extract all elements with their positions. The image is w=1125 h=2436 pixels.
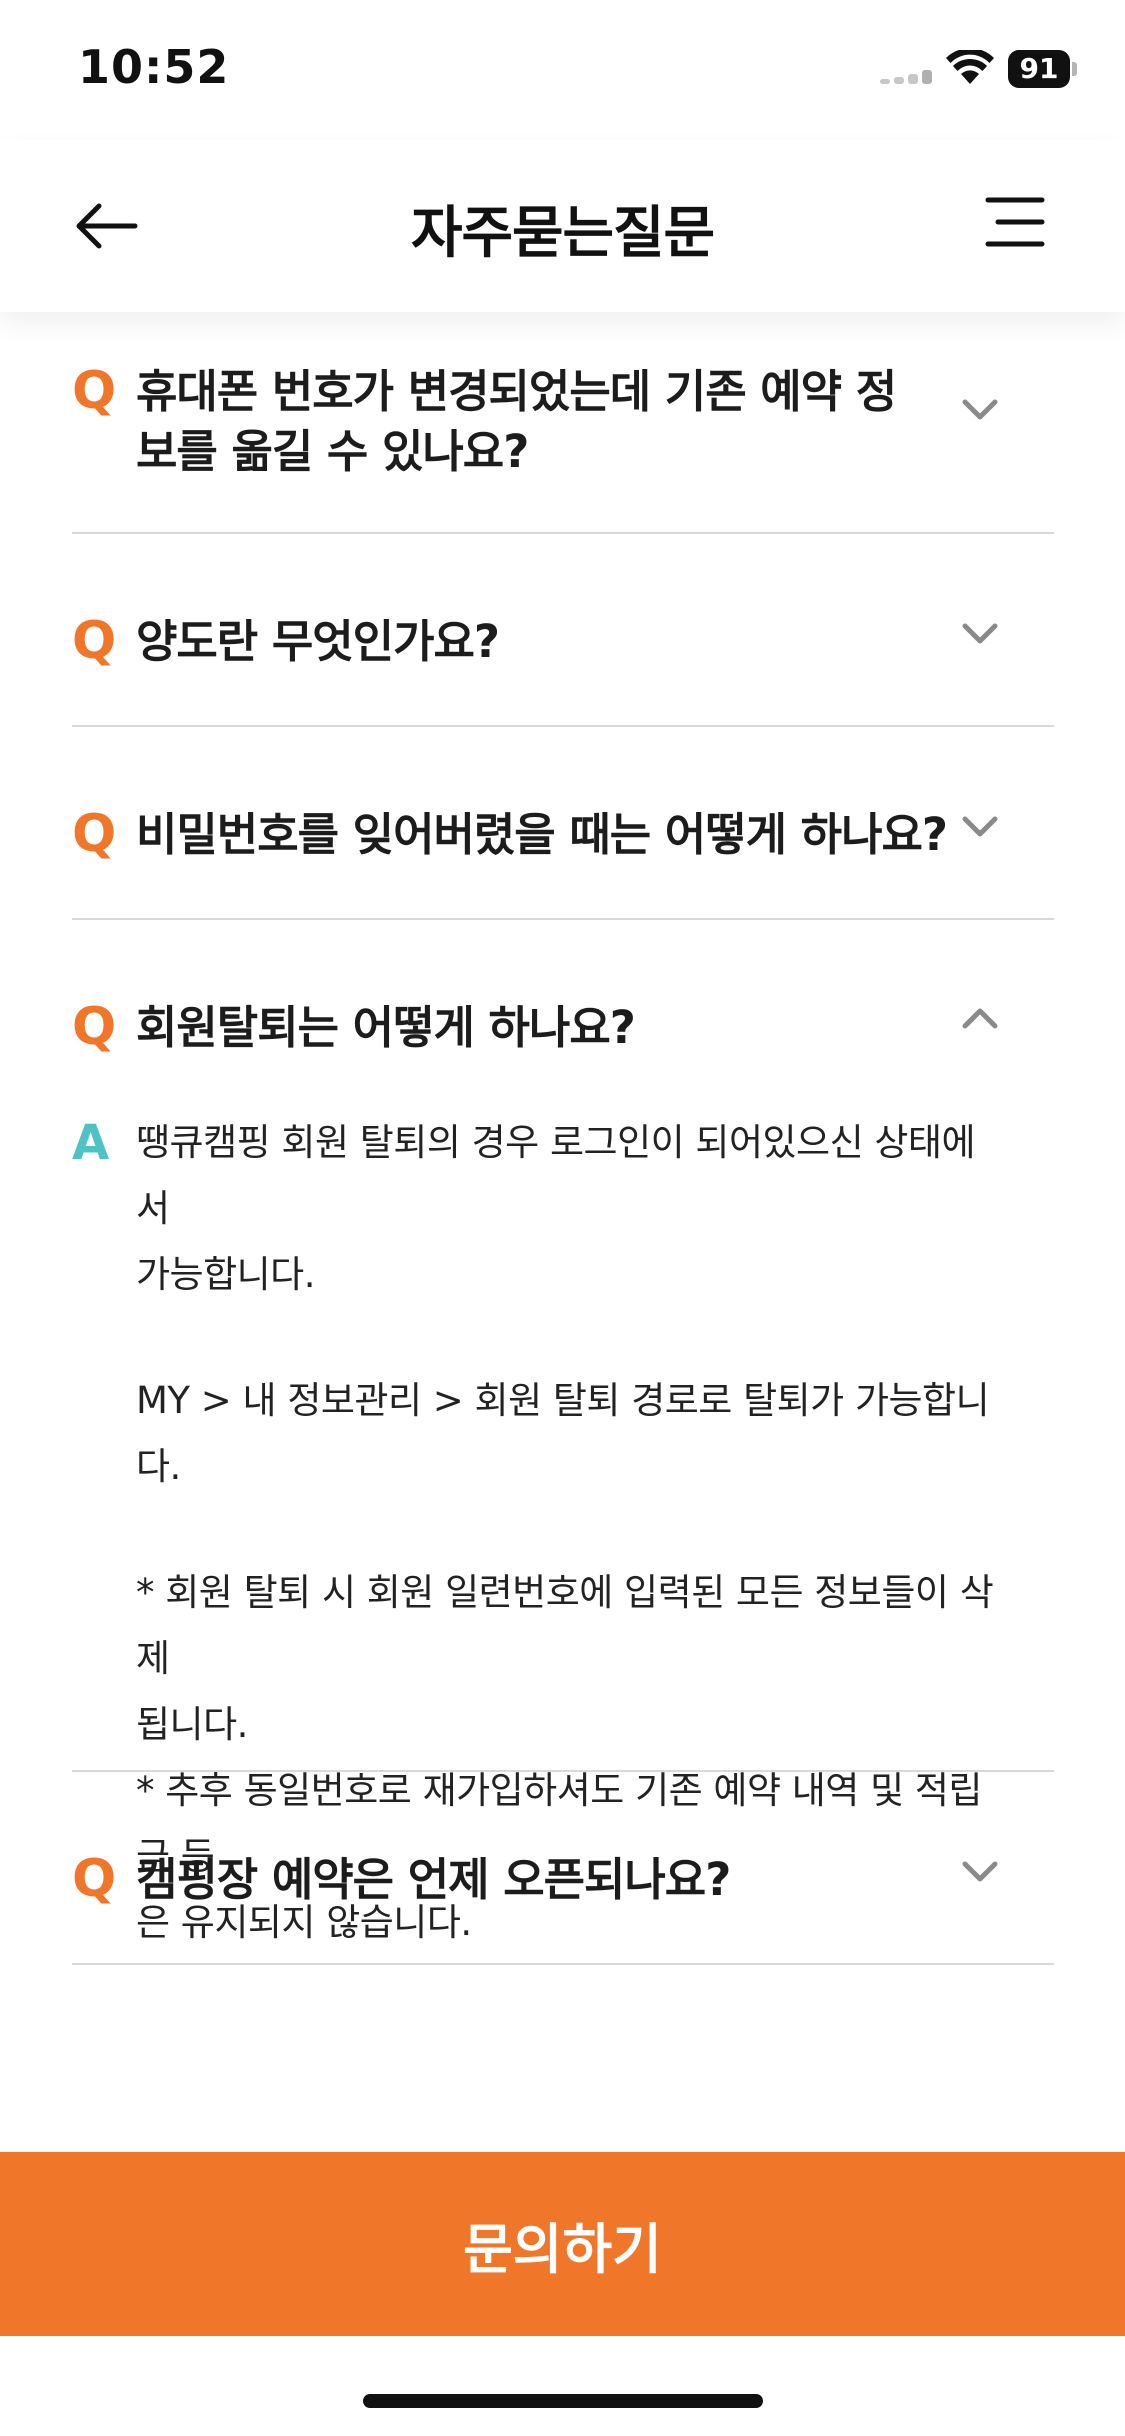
answer-text-line: 가능합니다. xyxy=(136,1253,315,1296)
menu-button[interactable] xyxy=(980,192,1060,260)
faq-list: Q 휴대폰 번호가 변경되었는데 기존 예약 정보를 옮길 수 있나요? Q 양… xyxy=(72,312,1054,1965)
faq-question-text: 비밀번호를 잊어버렸을 때는 어떻게 하나요? xyxy=(136,808,948,861)
chevron-down-icon xyxy=(962,399,998,420)
question-mark-label: Q xyxy=(72,611,117,671)
screen: 10:52 91 자주묻는질문 Q 휴대폰 번호가 변경되었는데 기존 예약 정… xyxy=(0,0,1125,2436)
faq-question-button[interactable]: Q 비밀번호를 잊어버렸을 때는 어떻게 하나요? xyxy=(72,727,1054,865)
faq-question-text: 휴대폰 번호가 변경되었는데 기존 예약 정보를 옮길 수 있나요? xyxy=(136,365,897,478)
chevron-down-icon xyxy=(962,1861,998,1882)
faq-question-button[interactable]: Q 회원탈퇴는 어떻게 하나요? xyxy=(72,920,1054,1058)
hamburger-menu-icon xyxy=(985,197,1045,247)
question-mark-label: Q xyxy=(72,804,117,864)
chevron-down-icon xyxy=(962,623,998,644)
cellular-signal-icon xyxy=(880,70,934,84)
faq-question-button[interactable]: Q 캠핑장 예약은 언제 오픈되나요? xyxy=(72,1772,1054,1910)
status-time: 10:52 xyxy=(78,40,230,94)
faq-item: Q 양도란 무엇인가요? xyxy=(72,534,1054,727)
inquiry-button[interactable]: 문의하기 xyxy=(0,2152,1125,2336)
chevron-up-icon xyxy=(962,1008,998,1029)
answer-text-line: 땡큐캠핑 회원 탈퇴의 경우 로그인이 되어있으신 상태에서 xyxy=(136,1121,976,1230)
question-mark-label: Q xyxy=(72,1849,117,1909)
battery-icon: 91 xyxy=(1008,50,1078,88)
faq-item-expanded: Q 회원탈퇴는 어떻게 하나요? A 땡큐캠핑 회원 탈퇴의 경우 로그인이 되… xyxy=(72,920,1054,1944)
chevron-down-icon xyxy=(962,816,998,837)
answer-text-line: MY > 내 정보관리 > 회원 탈퇴 경로로 탈퇴가 가능합니다. xyxy=(136,1379,990,1488)
battery-level: 91 xyxy=(1008,50,1070,88)
faq-question-text: 캠핑장 예약은 언제 오픈되나요? xyxy=(136,1853,731,1906)
answer-text-line: * 회원 탈퇴 시 회원 일련번호에 입력된 모든 정보들이 삭제 xyxy=(136,1571,994,1680)
faq-question-button[interactable]: Q 양도란 무엇인가요? xyxy=(72,534,1054,672)
answer-text-line: 됩니다. xyxy=(136,1703,248,1746)
question-mark-label: Q xyxy=(72,997,117,1057)
faq-item: Q 휴대폰 번호가 변경되었는데 기존 예약 정보를 옮길 수 있나요? xyxy=(72,312,1054,534)
faq-question-button[interactable]: Q 휴대폰 번호가 변경되었는데 기존 예약 정보를 옮길 수 있나요? xyxy=(72,312,1054,482)
header: 자주묻는질문 xyxy=(0,140,1125,312)
faq-question-text: 양도란 무엇인가요? xyxy=(136,615,500,668)
status-bar: 10:52 91 xyxy=(0,0,1125,140)
wifi-icon xyxy=(946,50,994,84)
faq-question-text: 회원탈퇴는 어떻게 하나요? xyxy=(136,1001,636,1054)
home-indicator[interactable] xyxy=(363,2394,763,2408)
faq-item: Q 비밀번호를 잊어버렸을 때는 어떻게 하나요? xyxy=(72,727,1054,920)
question-mark-label: Q xyxy=(72,361,117,421)
page-title: 자주묻는질문 xyxy=(410,201,715,266)
